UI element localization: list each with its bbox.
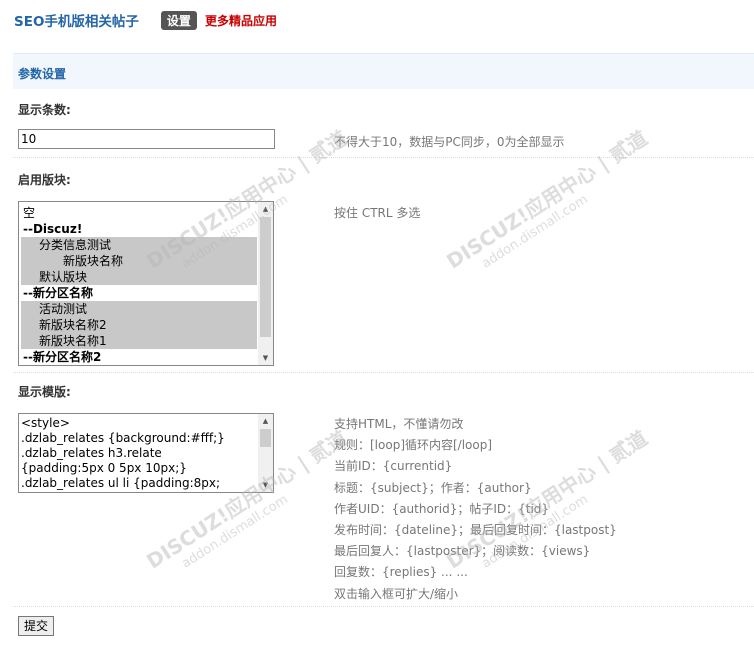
forums-options: 空 --Discuz! 分类信息测试 新版块名称 默认版块 --新分区名称 活动测试 新版块名… (21, 205, 257, 365)
page-title: SEO手机版相关帖子 (14, 14, 139, 30)
count-label: 显示条数: (18, 103, 71, 117)
template-tip-line: 标题：{subject}；作者：{author} (334, 480, 532, 495)
more-apps-link[interactable]: 更多精品应用 (205, 12, 277, 29)
forums-scrollbar[interactable]: ▲ ▼ (258, 202, 273, 365)
template-tip-line: 作者UID：{authorid}；帖子ID：{tid} (334, 501, 550, 516)
count-tip: 不得大于10，数据与PC同步，0为全部显示 (334, 135, 565, 149)
template-tips: 支持HTML，不懂请勿改规则：[loop]循环内容[/loop] 当前ID：{cu… (334, 414, 617, 605)
count-input[interactable] (18, 129, 275, 149)
template-textarea[interactable]: <style> .dzlab_relates {background:#fff;… (18, 413, 274, 493)
template-scrollbar[interactable]: ▲ ▼ (258, 414, 273, 492)
scroll-up-icon[interactable]: ▲ (258, 202, 273, 216)
divider (13, 606, 754, 607)
section-header: 参数设置 (13, 53, 754, 89)
scroll-thumb[interactable] (260, 217, 271, 337)
forum-option[interactable]: --新分区名称 (21, 285, 257, 301)
settings-button[interactable]: 设置 (160, 10, 197, 30)
template-label: 显示模版: (18, 385, 71, 399)
scroll-down-icon[interactable]: ▼ (258, 478, 273, 492)
template-tip-line: 最后回复人：{lastposter}；阅读数：{views} (334, 544, 591, 559)
submit-button[interactable]: 提交 (18, 616, 54, 636)
divider (13, 372, 754, 373)
forum-option[interactable]: 新版块名称 (21, 253, 257, 269)
forums-label: 启用版块: (18, 173, 71, 187)
scroll-down-icon[interactable]: ▼ (258, 351, 273, 365)
divider (13, 157, 754, 158)
forum-option[interactable]: --Discuz! (21, 221, 257, 237)
template-tip-line: 发布时间：{dateline}；最后回复时间：{lastpost} (334, 522, 617, 537)
scroll-thumb[interactable] (260, 429, 271, 447)
template-tip-line: 规则：[loop]循环内容[/loop] (334, 438, 493, 453)
forum-option[interactable]: 新版块名称2 (21, 317, 257, 333)
forum-option[interactable]: 默认版块 (21, 269, 257, 285)
forum-option[interactable]: 新版块名称1 (21, 333, 257, 349)
template-content: <style> .dzlab_relates {background:#fff;… (21, 416, 238, 492)
page-header: SEO手机版相关帖子 设置 更多精品应用 (14, 10, 277, 30)
section-title: 参数设置 (18, 67, 67, 81)
forum-option[interactable]: 空 (21, 205, 257, 221)
template-tip-line: 回复数：{replies} ... ... (334, 565, 468, 580)
template-tip-line: 支持HTML，不懂请勿改 (334, 417, 464, 431)
template-tip-line: 双击输入框可扩大/缩小 (334, 586, 459, 601)
forum-option[interactable]: --新分区名称2 (21, 349, 257, 365)
scroll-up-icon[interactable]: ▲ (258, 414, 273, 428)
forums-tip: 按住 CTRL 多选 (334, 206, 421, 220)
forums-select[interactable]: 空 --Discuz! 分类信息测试 新版块名称 默认版块 --新分区名称 活动测试 新版块名… (18, 201, 274, 366)
template-tip-line: 当前ID：{currentid} (334, 459, 453, 474)
forum-option[interactable]: 活动测试 (21, 301, 257, 317)
forum-option[interactable]: 分类信息测试 (21, 237, 257, 253)
